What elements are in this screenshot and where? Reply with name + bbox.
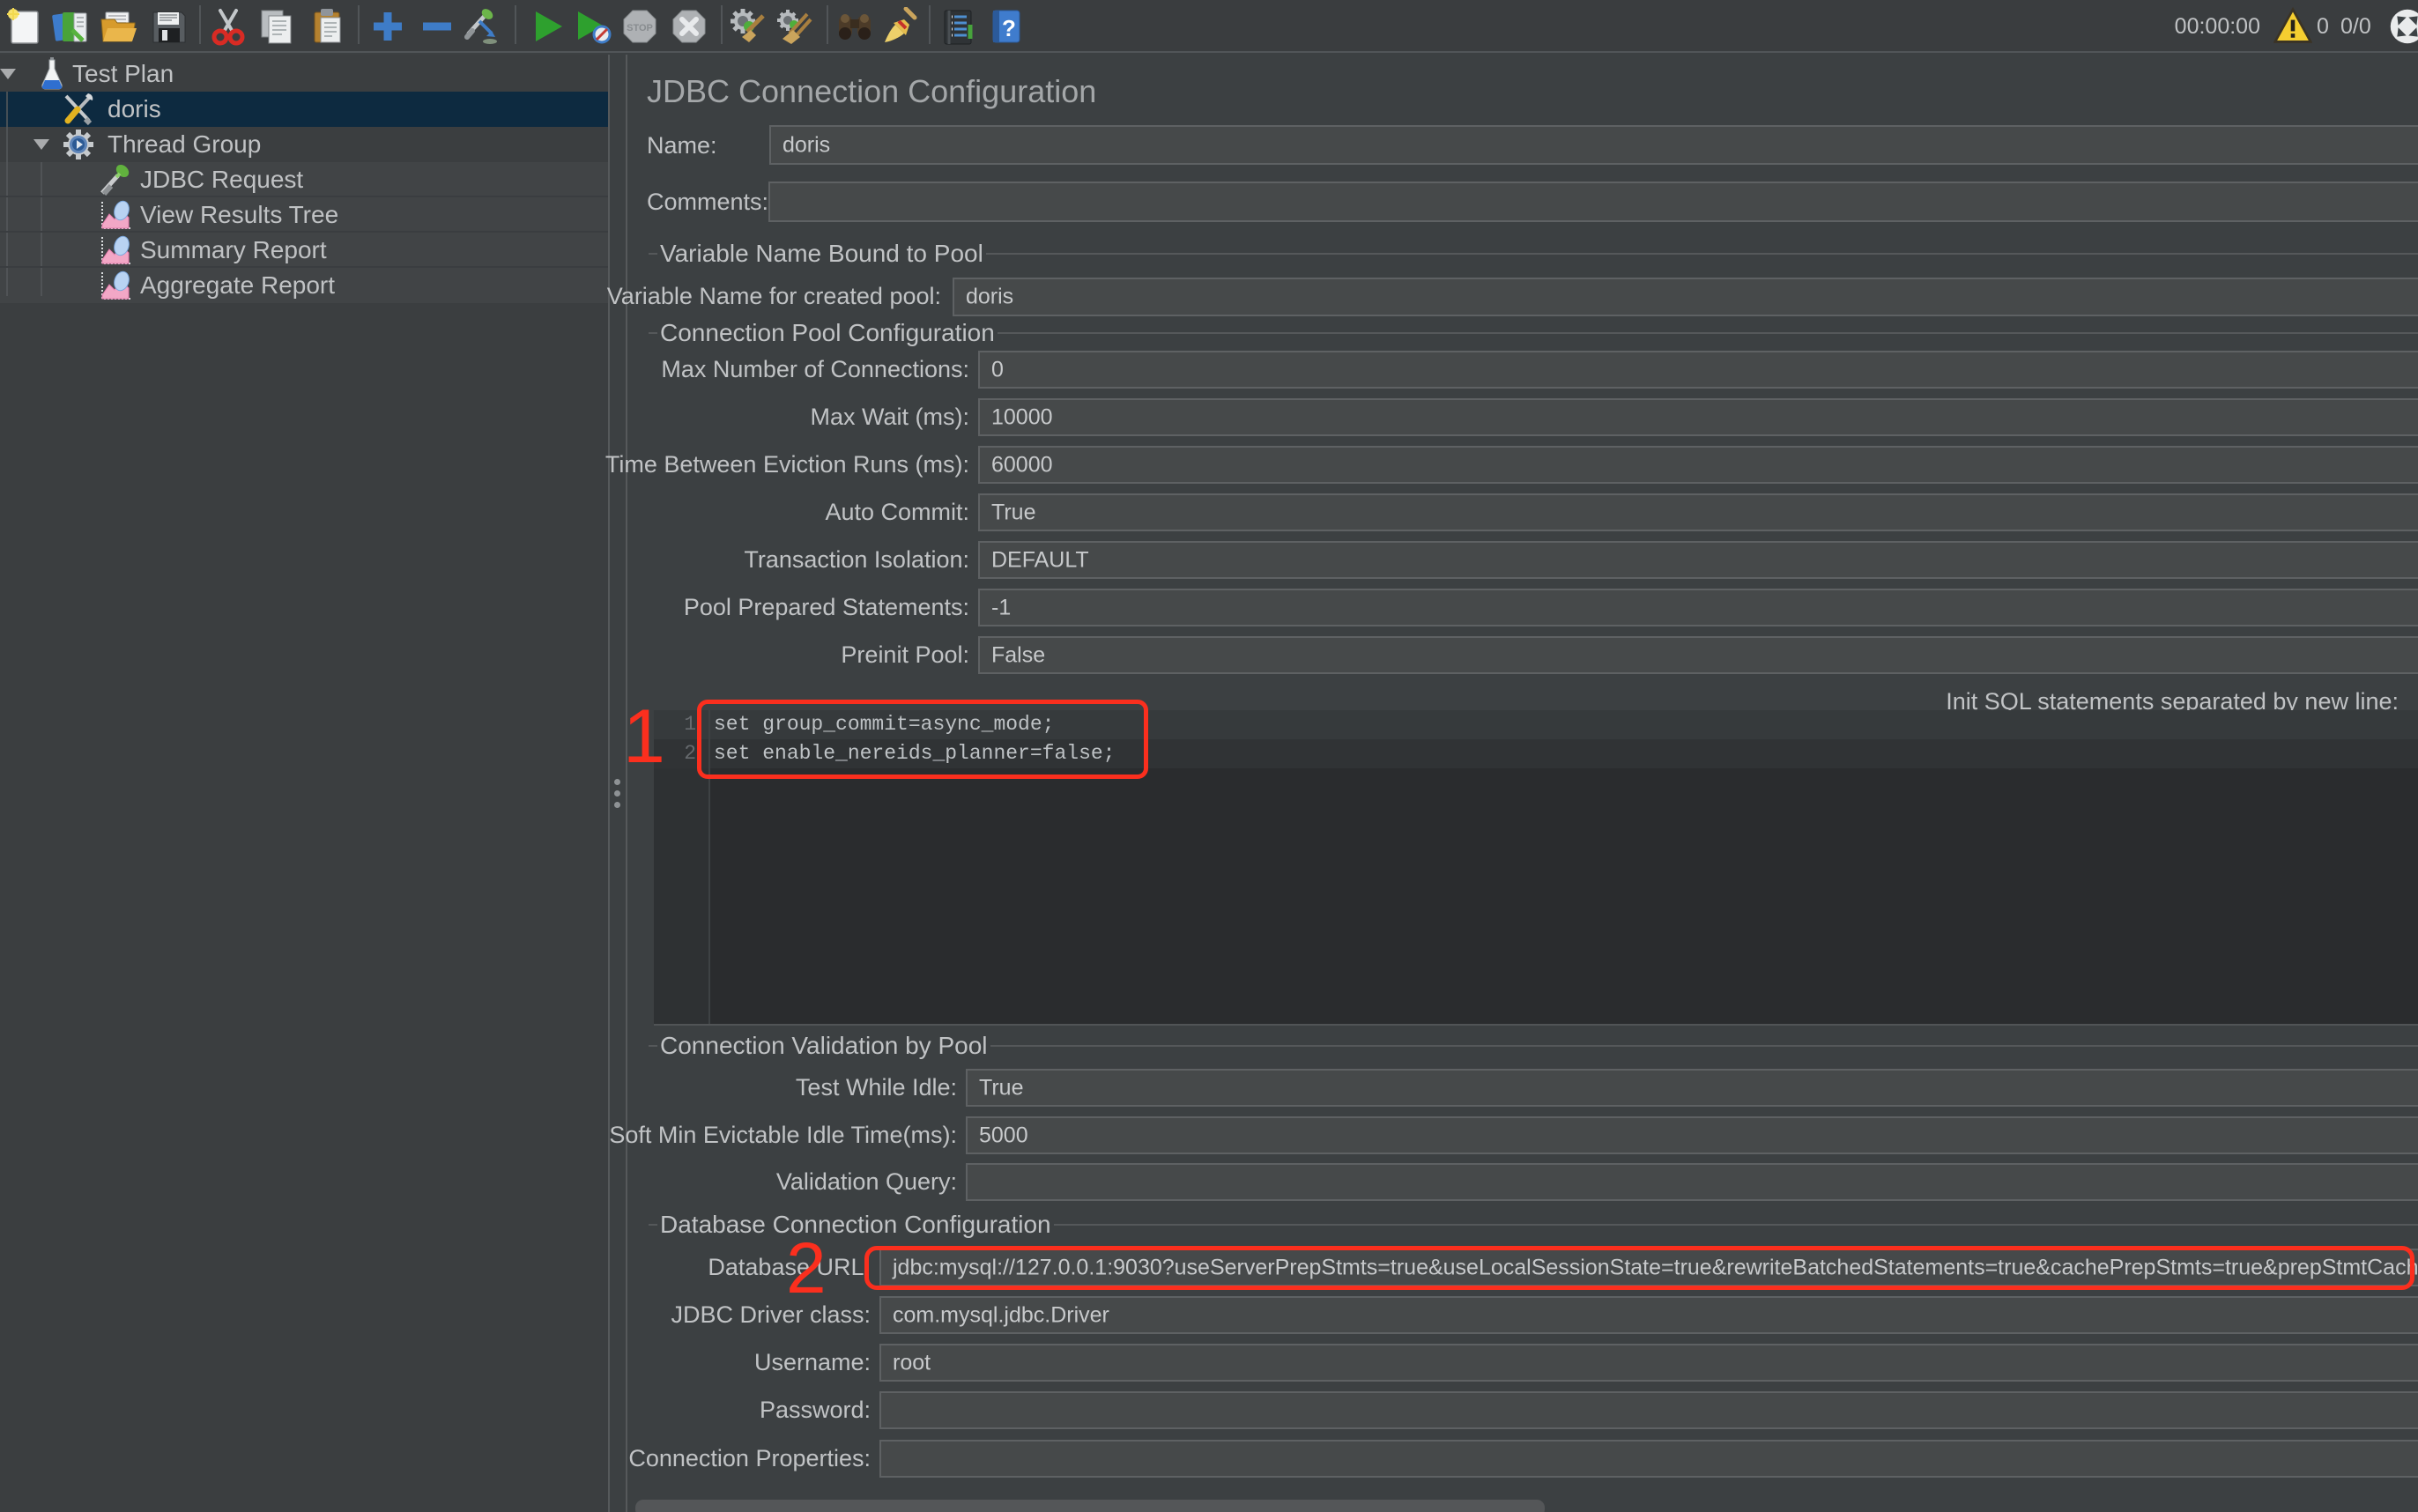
svg-text:STOP: STOP — [627, 23, 653, 33]
svg-text:?: ? — [1002, 15, 1016, 41]
